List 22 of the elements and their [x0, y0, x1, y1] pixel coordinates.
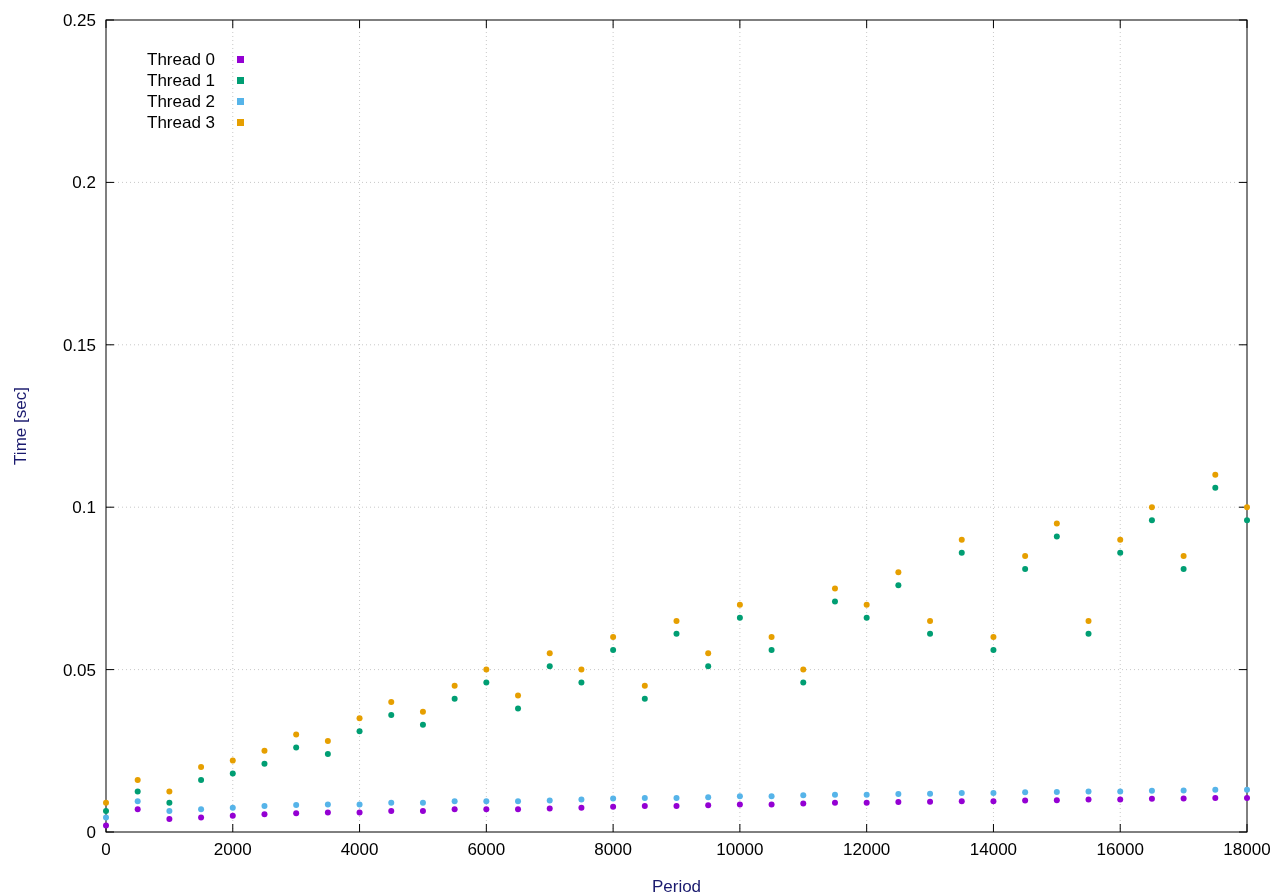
x-tick-label: 4000 [340, 840, 379, 859]
x-tick-label: 8000 [594, 840, 633, 859]
x-axis-label: Period [651, 877, 702, 896]
x-tick-label: 0 [101, 840, 111, 859]
y-tick-label: 0 [86, 823, 96, 842]
legend-label: Thread 3 [147, 113, 216, 132]
x-tick-label: 16000 [1096, 840, 1144, 859]
y-tick-label: 0.2 [72, 173, 96, 193]
legend-label: Thread 2 [147, 92, 216, 111]
y-tick-label: 0.25 [62, 11, 96, 30]
legend-label: Thread 1 [147, 71, 216, 90]
y-tick-label: 0.05 [62, 660, 96, 680]
x-tick-label: 10000 [716, 840, 764, 859]
x-tick-label: 12000 [843, 840, 891, 859]
x-tick-label: 6000 [467, 840, 506, 859]
y-tick-label: 0.1 [72, 498, 96, 518]
y-axis-label: Time [sec] [11, 387, 30, 465]
y-tick-label: 0.15 [62, 335, 96, 355]
x-tick-label: 18000 [1223, 840, 1271, 859]
legend-label: Thread 0 [147, 50, 216, 69]
x-tick-label: 14000 [969, 840, 1018, 859]
x-tick-label: 2000 [213, 840, 252, 859]
